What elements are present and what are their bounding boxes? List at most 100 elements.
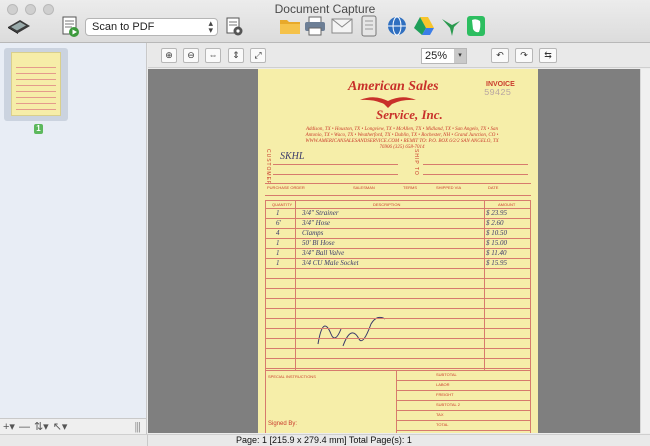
table-top (265, 200, 531, 201)
totals-label: SUBTOTAL (436, 372, 457, 377)
line-item-amount: $ 15.00 (486, 239, 507, 247)
customer-line (273, 164, 398, 165)
ship-line (423, 164, 528, 165)
status-text: Page: 1 [215.9 x 279.4 mm] Total Page(s)… (236, 435, 412, 445)
qty-col-divider (295, 200, 296, 370)
hummingbird-icon[interactable] (440, 15, 462, 37)
fit-height-icon[interactable]: ⇕ (228, 48, 244, 63)
zoom-in-icon[interactable]: ⊕ (161, 48, 177, 63)
zoom-value: 25% (425, 50, 448, 62)
vertical-scrollbar[interactable] (640, 69, 650, 433)
salesman-header: SALESMAN (353, 185, 375, 190)
add-icon[interactable]: +▾ (3, 420, 15, 433)
line-item-description: 3/4" Strainer (302, 209, 339, 217)
customer-line (273, 174, 398, 175)
signed-by-label: Signed By: (268, 421, 298, 427)
line-item-amount: $ 15.95 (486, 259, 507, 267)
header-row-bottom (265, 195, 531, 196)
amount-column-header: AMOUNT (498, 202, 516, 207)
folder-icon[interactable] (279, 15, 301, 37)
mail-icon[interactable] (331, 15, 353, 37)
totals-label: LABOR (436, 382, 450, 387)
totals-row-line (396, 420, 531, 421)
totals-row-line (396, 380, 531, 381)
google-drive-icon[interactable] (413, 15, 435, 37)
scan-profile-select[interactable]: Scan to PDF ▴ ▾ (85, 18, 218, 36)
remove-icon[interactable]: — (19, 421, 30, 433)
resize-grip-icon[interactable]: ||| (134, 421, 141, 433)
ship-to-label: SHIP TO (413, 149, 419, 176)
scan-button[interactable] (62, 16, 80, 38)
line-item-amount: $ 11.40 (486, 249, 507, 257)
line-item-description: Clamps (302, 229, 324, 237)
line-item-quantity: 4 (276, 229, 280, 237)
line-item-description: 3/4" Hose (302, 219, 331, 227)
fit-width-icon[interactable]: ⇔ (205, 48, 221, 63)
table-row-line (265, 318, 531, 319)
line-item-quantity: 1 (276, 249, 280, 257)
flip-icon[interactable]: ⇆ (539, 48, 557, 63)
chevron-updown-icon: ▴ ▾ (208, 18, 213, 35)
totals-label: FREIGHT (436, 392, 454, 397)
status-bar: Page: 1 [215.9 x 279.4 mm] Total Page(s)… (148, 434, 650, 446)
line-item-quantity: 1 (276, 209, 280, 217)
footer-top (265, 370, 531, 371)
table-row-line (265, 328, 531, 329)
table-row-line (265, 338, 531, 339)
table-row-line (265, 358, 531, 359)
chevron-down-icon[interactable]: ▾ (454, 49, 466, 63)
company-name-line2: Service, Inc. (376, 107, 443, 122)
date-header: DATE (488, 185, 499, 190)
line-item-amount: $ 23.95 (486, 209, 507, 217)
pointer-tool-icon[interactable]: ↖▾ (53, 420, 68, 433)
fit-page-icon[interactable]: ⤢ (250, 48, 266, 63)
rotate-left-icon[interactable]: ↶ (491, 48, 509, 63)
profile-settings-button[interactable] (226, 17, 244, 37)
table-row-line (265, 348, 531, 349)
scan-profile-value: Scan to PDF (92, 21, 155, 33)
table-row-line (265, 268, 531, 269)
invoice-number: 59425 (484, 88, 512, 98)
document-view[interactable]: American Sales Service, Inc. Addison, TX… (148, 69, 640, 433)
scanner-icon[interactable] (6, 17, 32, 35)
quantity-column-header: QUANTITY (272, 202, 293, 207)
table-row-line (265, 298, 531, 299)
line-item-description: 3/4 CU Male Socket (302, 259, 359, 267)
window-title: Document Capture (274, 2, 376, 16)
shipped-via-header: SHIPPED VIA (436, 185, 462, 190)
line-item-quantity: 1 (276, 259, 280, 267)
eagle-logo-icon (360, 97, 416, 108)
line-item-quantity: 6' (276, 219, 281, 227)
printer-icon[interactable] (304, 15, 326, 37)
page-thumbnail[interactable] (11, 52, 61, 116)
sort-icon[interactable]: ⇅▾ (34, 420, 49, 433)
terms-header: TERMS (403, 185, 417, 190)
window-toolbar: Document Capture Scan to PDF ▴ ▾ (0, 0, 650, 43)
totals-label: TAX (436, 412, 444, 417)
evernote-icon[interactable] (465, 15, 487, 37)
page-number-badge: 1 (34, 124, 43, 134)
special-instructions-label: SPECIAL INSTRUCTIONS (268, 374, 316, 379)
rotate-right-icon[interactable]: ↷ (515, 48, 533, 63)
table-row-line (265, 278, 531, 279)
amount-col-divider (484, 200, 485, 370)
zoom-out-icon[interactable]: ⊖ (183, 48, 199, 63)
totals-row-line (396, 390, 531, 391)
handwritten-signature (317, 316, 386, 347)
zoom-combo[interactable]: 25% ▾ (421, 48, 467, 64)
table-row-line (265, 368, 531, 369)
company-address: Addison, TX • Houston, TX • Longview, TX… (305, 127, 499, 150)
scanned-page: American Sales Service, Inc. Addison, TX… (258, 69, 538, 433)
line-item-description: 3/4" Ball Valve (302, 249, 345, 257)
totals-row-line (396, 430, 531, 431)
table-right-edge (530, 200, 531, 433)
page-thumbnails-sidebar: 1 (0, 43, 147, 418)
table-row-line (265, 308, 531, 309)
customer-label: CUSTOMER (265, 149, 271, 186)
web-icon[interactable] (386, 15, 408, 37)
line-item-description: 50' Bl Hose (302, 239, 335, 247)
totals-row-line (396, 400, 531, 401)
line-item-amount: $ 10.50 (486, 229, 507, 237)
document-icon[interactable] (358, 15, 380, 37)
line-item-amount: $ 2.60 (486, 219, 504, 227)
